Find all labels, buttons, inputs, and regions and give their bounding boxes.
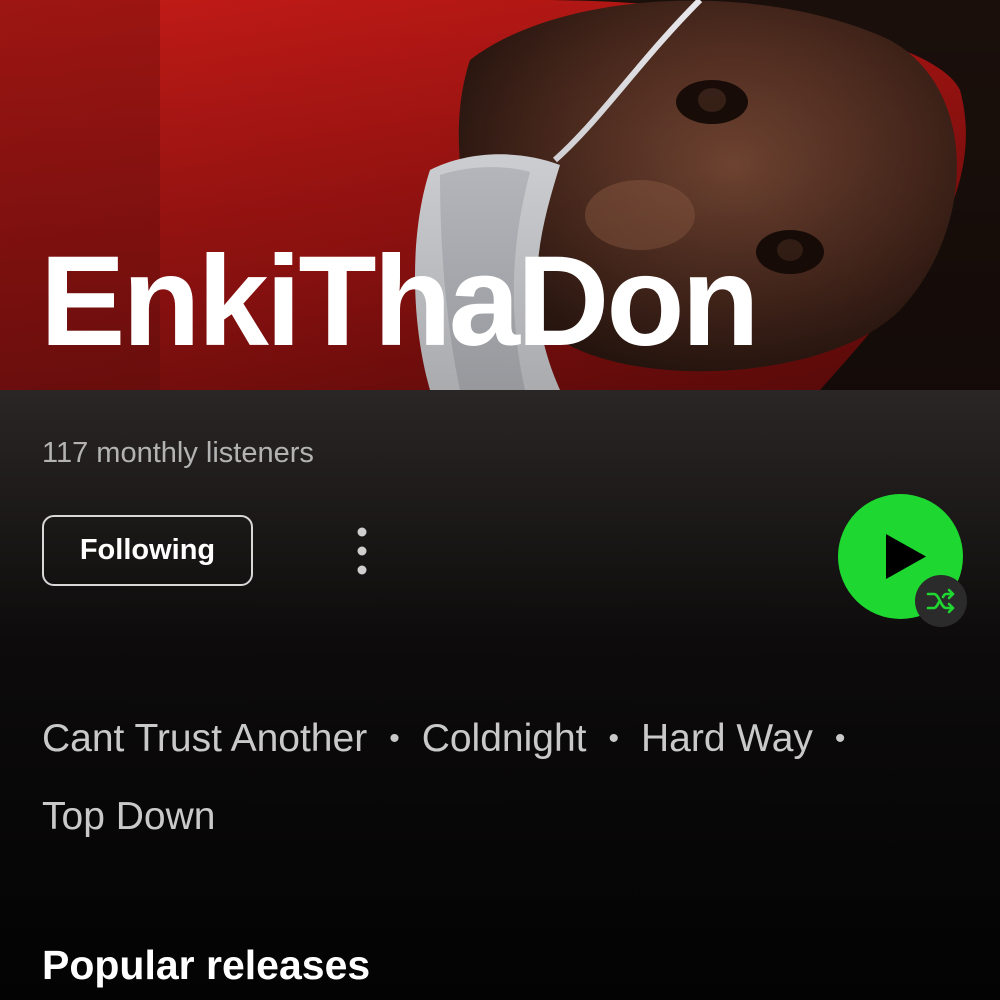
popular-releases-heading: Popular releases <box>42 942 371 988</box>
track-link[interactable]: Hard Way <box>641 717 813 760</box>
top-tracks-list: Cant Trust Another • Coldnight • Hard Way • To… <box>42 700 962 856</box>
monthly-listeners: 117 monthly listeners <box>42 437 314 469</box>
shuffle-button[interactable] <box>915 575 967 627</box>
more-options-button[interactable] <box>341 520 383 582</box>
track-link[interactable]: Cant Trust Another <box>42 717 367 760</box>
separator-dot: • <box>834 722 846 755</box>
track-link[interactable]: Top Down <box>42 795 215 838</box>
separator-dot: • <box>389 722 400 755</box>
shuffle-icon <box>926 588 955 614</box>
more-vertical-icon <box>357 527 367 575</box>
following-button[interactable]: Following <box>42 515 253 586</box>
track-link[interactable]: Coldnight <box>422 717 587 760</box>
artist-page: EnkiThaDon 117 monthly listeners Followi… <box>0 0 1000 1000</box>
artist-header-image: EnkiThaDon <box>0 0 1000 390</box>
separator-dot: • <box>608 722 619 755</box>
artist-name: EnkiThaDon <box>40 230 760 373</box>
